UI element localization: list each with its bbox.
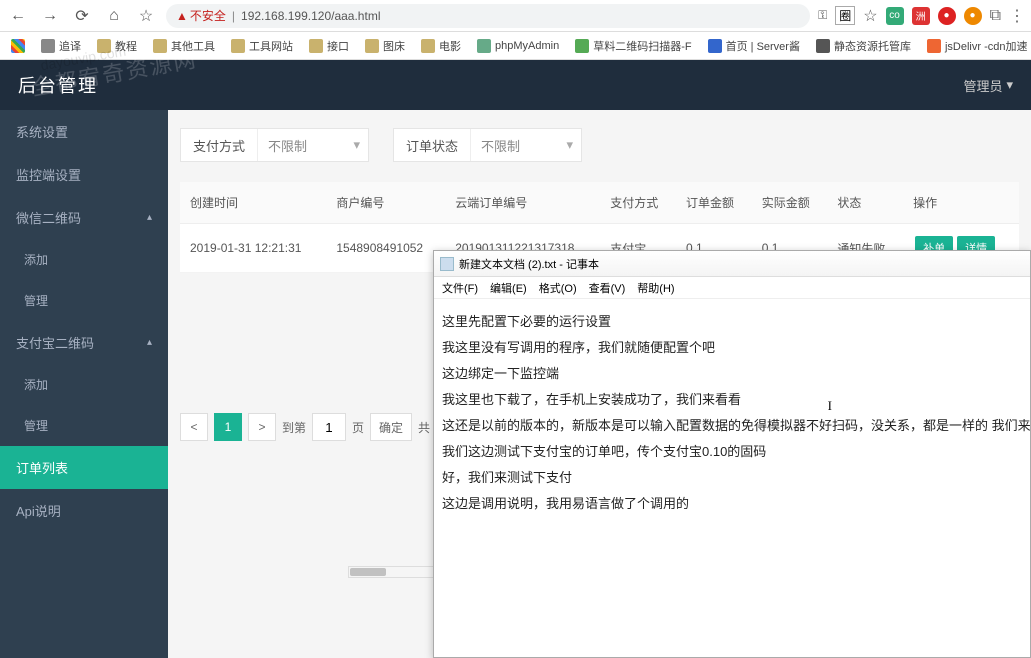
th-action: 操作 [903, 182, 1019, 224]
ext2-icon[interactable]: 洲 [912, 7, 930, 25]
sidebar-item-manage2[interactable]: 管理 [0, 405, 168, 446]
scroll-thumb[interactable] [350, 568, 386, 576]
key-icon[interactable]: ⚿ [818, 8, 827, 23]
sidebar-item-system[interactable]: 系统设置 [0, 110, 168, 153]
pager-jump-label: 到第 [282, 419, 306, 436]
notepad-menubar: 文件(F) 编辑(E) 格式(O) 查看(V) 帮助(H) [434, 277, 1030, 299]
pager-prev[interactable]: < [180, 413, 208, 441]
th-merchant: 商户编号 [326, 182, 445, 224]
url-text: 192.168.199.120/aaa.html [241, 9, 380, 23]
menu-file[interactable]: 文件(F) [442, 280, 478, 296]
th-actual: 实际金额 [752, 182, 828, 224]
notepad-title: 新建文本文档 (2).txt - 记事本 [459, 256, 599, 272]
menu-icon[interactable]: ⋮ [1009, 6, 1025, 26]
ext5-icon[interactable]: ⧉ [990, 7, 1001, 25]
menu-view[interactable]: 查看(V) [589, 280, 626, 296]
bookmark-item[interactable]: 接口 [304, 36, 354, 56]
chevron-up-icon: ▴ [147, 212, 152, 223]
filter-pay-select[interactable]: 不限制 [258, 129, 368, 161]
menu-help[interactable]: 帮助(H) [637, 280, 674, 296]
star-icon[interactable]: ☆ [134, 4, 158, 28]
sidebar-item-add2[interactable]: 添加 [0, 364, 168, 405]
cell-time: 2019-01-31 12:21:31 [180, 224, 326, 273]
pager-page[interactable]: 1 [214, 413, 242, 441]
pager-next[interactable]: > [248, 413, 276, 441]
app-header: 全都宥奇资源网 后台管理 管理员 ▾ [0, 60, 1031, 110]
pager-confirm[interactable]: 确定 [370, 413, 412, 441]
sidebar-item-api[interactable]: Api说明 [0, 489, 168, 532]
back-icon[interactable]: ← [6, 4, 30, 28]
ext3-icon[interactable]: ● [938, 7, 956, 25]
apps-icon[interactable] [6, 37, 30, 55]
filter-status-select[interactable]: 不限制 [471, 129, 581, 161]
bookmark-item[interactable]: 教程 [92, 36, 142, 56]
sidebar-item-orders[interactable]: 订单列表 [0, 446, 168, 489]
bookmark-item[interactable]: 图床 [360, 36, 410, 56]
sidebar-item-monitor[interactable]: 监控端设置 [0, 153, 168, 196]
badge-icon[interactable]: 圈 [835, 6, 855, 25]
bookmark-item[interactable]: 首页 | Server酱 [703, 36, 805, 56]
sidebar: dayouvip.com 系统设置 监控端设置 微信二维码▴ 添加 管理 支付宝… [0, 110, 168, 658]
notepad-body[interactable]: 这里先配置下必要的运行设置 我这里没有写调用的程序，我们就随便配置个吧 这边绑定… [434, 299, 1030, 657]
filter-status-label: 订单状态 [394, 129, 471, 161]
menu-format[interactable]: 格式(O) [539, 280, 577, 296]
ext1-icon[interactable]: co [886, 7, 904, 25]
sidebar-group-alipay[interactable]: 支付宝二维码▴ [0, 321, 168, 364]
toolbar-right: ⚿ 圈 ☆ co 洲 ● ● ⧉ ⋮ [818, 6, 1025, 26]
th-order: 云端订单编号 [445, 182, 600, 224]
cell-merchant: 1548908491052 [326, 224, 445, 273]
filter-status: 订单状态 不限制 [393, 128, 582, 162]
sidebar-group-wechat[interactable]: 微信二维码▴ [0, 196, 168, 239]
bookmark-item[interactable]: 工具网站 [226, 36, 298, 56]
bookmark-item[interactable]: jsDelivr -cdn加速 [922, 36, 1031, 56]
filter-pay: 支付方式 不限制 [180, 128, 369, 162]
bookmark-item[interactable]: 其他工具 [148, 36, 220, 56]
home-icon[interactable]: ⌂ [102, 4, 126, 28]
bookmark-item[interactable]: 静态资源托管库 [811, 36, 916, 56]
forward-icon[interactable]: → [38, 4, 62, 28]
reload-icon[interactable]: ⟳ [70, 4, 94, 28]
bookmark-item[interactable]: 草料二维码扫描器-F [570, 36, 696, 56]
app-title: 后台管理 [18, 72, 98, 98]
admin-user[interactable]: 管理员 ▾ [963, 76, 1013, 95]
browser-toolbar: ← → ⟳ ⌂ ☆ ▲ 不安全 | 192.168.199.120/aaa.ht… [0, 0, 1031, 32]
chevron-up-icon: ▴ [147, 337, 152, 348]
bookmark-item[interactable]: phpMyAdmin [472, 37, 564, 55]
chevron-down-icon: ▾ [1006, 77, 1013, 93]
bookmarks-bar: 追译 教程 其他工具 工具网站 接口 图床 电影 phpMyAdmin 草料二维… [0, 32, 1031, 60]
sidebar-item-manage[interactable]: 管理 [0, 280, 168, 321]
insecure-icon: ▲ 不安全 [176, 7, 226, 24]
menu-edit[interactable]: 编辑(E) [490, 280, 527, 296]
text-cursor-icon: I [828, 393, 832, 419]
th-status: 状态 [827, 182, 903, 224]
star2-icon[interactable]: ☆ [863, 6, 877, 26]
filter-pay-label: 支付方式 [181, 129, 258, 161]
notepad-icon [440, 257, 454, 271]
th-time: 创建时间 [180, 182, 326, 224]
th-method: 支付方式 [600, 182, 676, 224]
ext4-icon[interactable]: ● [964, 7, 982, 25]
sidebar-item-add[interactable]: 添加 [0, 239, 168, 280]
notepad-window: 新建文本文档 (2).txt - 记事本 文件(F) 编辑(E) 格式(O) 查… [433, 250, 1031, 658]
notepad-titlebar[interactable]: 新建文本文档 (2).txt - 记事本 [434, 251, 1030, 277]
th-amount: 订单金额 [676, 182, 752, 224]
pager-unit: 页 [352, 419, 364, 436]
bookmark-item[interactable]: 追译 [36, 36, 86, 56]
address-bar[interactable]: ▲ 不安全 | 192.168.199.120/aaa.html [166, 4, 810, 28]
bookmark-item[interactable]: 电影 [416, 36, 466, 56]
pager-input[interactable] [312, 413, 346, 441]
